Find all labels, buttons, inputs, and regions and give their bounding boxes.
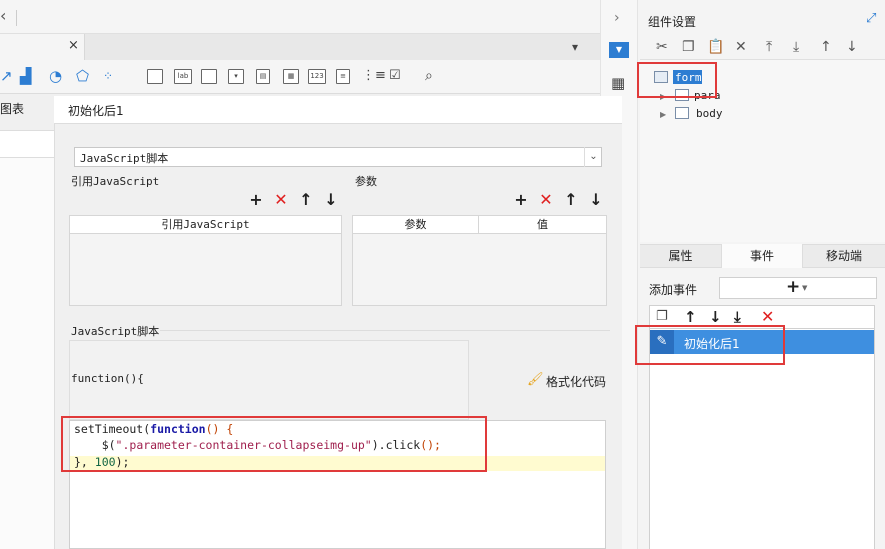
widget-toolbar [0,60,600,94]
ref-js-column-header: 引用JavaScript [70,216,341,234]
format-code-button[interactable]: 格式化代码 [546,373,606,390]
dialog-title-bar [54,96,622,124]
body-node-icon [675,107,689,119]
param-name-column-header: 参数 [353,216,479,233]
panel-menu-icon[interactable]: ▾ [572,40,578,54]
add-event-label: 添加事件 [649,283,698,297]
params-table-header: 参数 值 [353,216,606,234]
layout-grid-icon[interactable]: ▦ [611,74,625,92]
radio-group-widget-icon[interactable]: ⋮≡ [362,68,386,84]
params-label: 参数 [355,175,377,188]
tab-mobile[interactable]: 移动端 [803,244,885,268]
move-to-top-icon[interactable]: ⤒ [766,39,772,55]
gauge-chart-icon[interactable]: ◔ [49,68,62,84]
close-icon[interactable]: × [68,38,79,53]
textbox-widget-icon[interactable] [201,69,217,84]
radar-chart-icon[interactable]: ⬠ [76,68,89,84]
scatter-chart-icon[interactable]: ⁘ [103,68,113,84]
move-up-icon[interactable]: ↑ [820,39,832,55]
text-label-widget-icon[interactable]: lab [174,69,192,84]
caret-right-icon[interactable]: ▶ [660,110,666,119]
search-widget-icon[interactable]: ⌕ [425,68,433,84]
tab-events[interactable]: 事件 [721,244,803,268]
add-icon[interactable]: + [513,192,529,208]
dialog-title: 初始化后1 [68,104,124,118]
arrow-up-icon[interactable]: ↑ [684,308,697,326]
add-icon[interactable]: + [786,278,800,296]
label-widget-icon[interactable] [147,69,163,84]
divider [16,10,17,26]
arrow-down-icon[interactable]: ↓ [709,308,722,326]
tree-select-widget-icon[interactable]: ▤ [256,69,270,84]
chevron-down-icon[interactable]: ⌄ [584,147,602,167]
expand-icon[interactable]: ⤢ [866,11,876,26]
caret-down-icon[interactable]: ▼ [802,284,807,292]
highlight-box [635,325,785,365]
copy-icon[interactable]: ❐ [682,39,695,55]
left-list-box [0,130,54,158]
js-script-label: JavaScript脚本 [71,325,160,338]
chart-category-label: 图表 [0,102,25,116]
function-header-text: function(){ [71,372,144,385]
dropdown-widget-icon[interactable]: ▾ [228,69,244,84]
left-canvas [0,158,54,549]
number-widget-icon[interactable]: 123 [308,69,326,84]
params-table[interactable]: 参数 值 [352,215,607,306]
line-chart-icon[interactable]: ↗ [0,68,13,84]
arrow-down-icon[interactable]: ↓ [588,192,604,208]
arrow-up-icon[interactable]: ↑ [563,192,579,208]
highlight-box [61,416,487,472]
cut-icon[interactable]: ✂ [656,39,668,55]
move-down-icon[interactable]: ↓ [846,39,858,55]
brush-icon[interactable]: 🖌 [527,372,544,387]
designer-top-bar [0,0,600,34]
arrow-down-icon[interactable]: ↓ [323,192,339,208]
textarea-widget-icon[interactable]: ≡ [336,69,350,84]
arrow-up-icon[interactable]: ↑ [298,192,314,208]
move-to-bottom-icon[interactable]: ⤓ [734,308,741,326]
delete-icon[interactable]: ✕ [273,192,289,208]
add-icon[interactable]: + [248,192,264,208]
event-type-value: JavaScript脚本 [80,152,169,165]
area-chart-icon[interactable]: ▟ [20,68,32,84]
delete-icon[interactable]: ✕ [538,192,554,208]
ref-js-label: 引用JavaScript [71,175,160,188]
move-to-bottom-icon[interactable]: ⤓ [793,39,799,55]
param-value-column-header: 值 [537,218,548,231]
panel-title: 组件设置 [648,15,697,29]
ref-js-table[interactable]: 引用JavaScript [69,215,342,306]
widget-panel-toggle-icon[interactable]: ▼ [609,42,629,58]
tree-node-body[interactable]: body [696,107,723,120]
delete-icon[interactable]: ✕ [761,307,774,326]
divider [160,330,610,331]
paste-icon[interactable]: 📋 [707,39,724,55]
copy-icon[interactable]: ❐ [656,309,668,324]
checkbox-group-widget-icon[interactable]: ☑ [389,68,401,84]
chevron-left-icon[interactable]: ‹ [0,8,12,24]
chevron-right-icon[interactable]: › [614,10,620,26]
date-widget-icon[interactable]: ▦ [283,69,299,84]
delete-icon[interactable]: ✕ [735,39,747,55]
document-tab-row [0,34,600,60]
highlight-box [637,62,717,98]
tab-properties[interactable]: 属性 [640,244,721,268]
